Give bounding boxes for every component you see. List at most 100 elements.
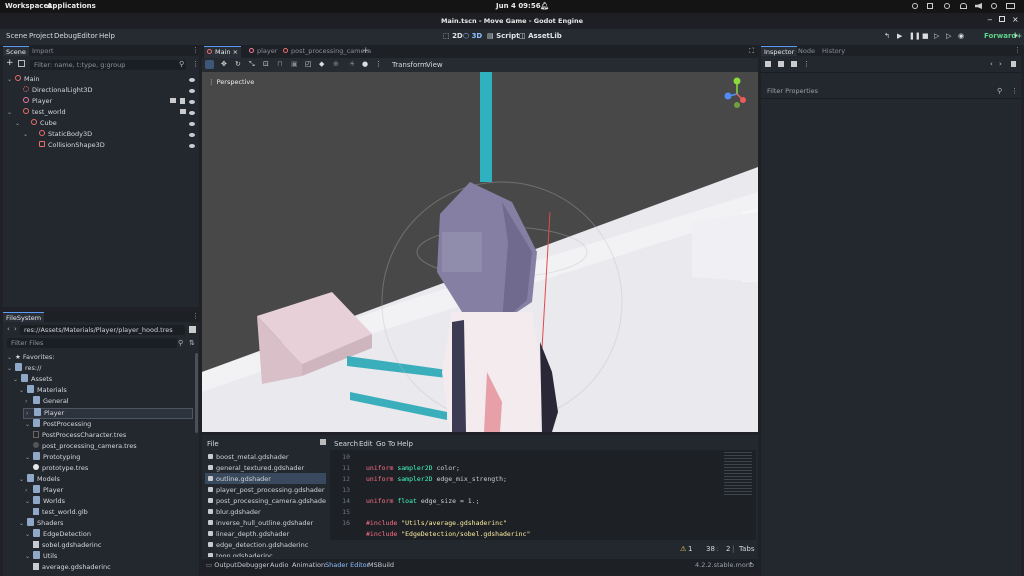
perspective-menu[interactable]: ⋮ Perspective [208,78,254,86]
lock-icon[interactable]: ⊓ [277,60,282,68]
instance-scene-icon[interactable] [18,60,25,67]
tree-row-main[interactable]: ⌄ Main [7,75,40,86]
collapse-arrow-icon[interactable]: ⌄ [15,120,23,127]
collapse-arrow-icon[interactable]: ⌄ [7,365,15,372]
bluetooth-icon[interactable] [944,3,950,9]
close-tab-icon[interactable]: × [233,48,238,56]
split-mode-icon[interactable] [189,326,196,333]
tab-history[interactable]: History [819,46,848,56]
shader-file-item-selected[interactable]: outline.gdshader [205,473,326,484]
tab-animation[interactable]: Animation [292,561,325,569]
visibility-eye-icon[interactable] [189,144,195,148]
workspaces-menu[interactable]: Workspaces [5,2,52,10]
3d-viewport[interactable]: ⋮ Perspective [202,72,758,432]
network-icon[interactable] [960,3,967,9]
menu-scene[interactable]: Scene [6,32,27,40]
tab-inspector[interactable]: Inspector [761,46,798,56]
dock-menu-icon[interactable]: ⋮ [192,46,199,54]
distraction-free-icon[interactable]: ⛶ [749,47,754,56]
collapse-arrow-icon[interactable]: ⌄ [13,376,21,383]
play-button[interactable]: ▶ [897,32,902,40]
scene-menu-icon[interactable]: ⋮ [192,60,199,68]
sort-icon[interactable]: ⇅ [189,339,195,347]
z-axis-handle[interactable] [724,92,732,100]
select-tool-icon[interactable] [205,60,214,69]
clipboard-icon[interactable] [927,3,933,9]
clock[interactable]: Jun 4 09:56 [496,2,541,10]
movie-maker-button[interactable]: ◉ [958,32,964,40]
fs-folder-shaders[interactable]: ⌄ Shaders [19,518,63,530]
goto-menu[interactable]: Go To [376,440,395,448]
more-icon[interactable]: ⋮ [803,60,810,68]
code-line-16[interactable]: #include "Utils/average.gdshaderinc" [366,519,507,527]
properties-menu-icon[interactable]: ⋮ [1011,87,1018,95]
code-line-17[interactable]: #include "EdgeDetection/sobel.gdshaderin… [366,530,530,538]
shader-file-item[interactable]: general_textured.gdshader [205,462,326,473]
tab-import[interactable]: Import [29,46,57,56]
code-line-11[interactable]: uniform sampler2D color; [366,464,460,472]
history-list-icon[interactable] [1011,61,1016,67]
edit-menu[interactable]: Edit [359,440,373,448]
tab-shader-editor[interactable]: Shader Editor [325,561,369,569]
visibility-eye-icon[interactable] [189,89,195,93]
tab-audio[interactable]: Audio [270,561,288,569]
collapse-arrow-icon[interactable]: ⌄ [25,454,33,461]
filter-files-input[interactable]: Filter Files [7,338,177,348]
ruler-icon[interactable]: ◰ [305,60,312,68]
scale-tool-icon[interactable]: ⤡ [249,60,255,69]
shader-file-item[interactable]: edge_detection.gdshaderinc [205,539,326,550]
fs-folder-worlds[interactable]: ⌄ Worlds [25,496,65,508]
tree-row-collisionshape[interactable]: CollisionShape3D [31,141,105,152]
shader-file-item[interactable]: post_processing_camera.gdshader [205,495,326,506]
visibility-eye-icon[interactable] [189,111,195,115]
collapse-arrow-icon[interactable]: ⌄ [7,76,15,83]
tree-row-staticbody[interactable]: ⌄ StaticBody3D [23,130,92,141]
fs-folder-postprocessing[interactable]: ⌄ PostProcessing [25,419,91,431]
tab-player-scene[interactable]: player [246,46,280,58]
menu-debug[interactable]: Debug [54,32,77,40]
orientation-gizmo[interactable] [722,76,752,110]
play-scene-button[interactable]: ▷ [934,32,939,40]
history-forward-icon[interactable]: › [999,60,1002,68]
pin-panel-icon[interactable]: ⇡ [748,561,753,569]
tab-post-processing-camera[interactable]: post_processing_camera [280,46,374,58]
new-resource-icon[interactable] [765,61,771,67]
close-button[interactable]: × [1012,15,1019,24]
filter-properties-input[interactable]: Filter Properties [763,86,1003,96]
history-back-icon[interactable]: ‹ [990,60,993,68]
warning-icon[interactable]: ⚠ [680,545,686,553]
fs-file-average[interactable]: average.gdshaderinc [33,562,111,574]
file-menu[interactable]: File [207,440,219,448]
path-field[interactable]: res://Assets/Materials/Player/player_hoo… [20,325,185,335]
fs-folder-utils[interactable]: ⌄ Utils [25,551,57,563]
collapse-arrow-icon[interactable]: ⌄ [25,421,33,428]
tab-node[interactable]: Node [795,46,818,56]
play-custom-button[interactable]: ▷ [946,32,951,40]
fs-file-postprocesscharacter[interactable]: PostProcessCharacter.tres [33,430,126,442]
fs-folder-materials[interactable]: ⌄ Materials [19,385,67,397]
volume-icon[interactable] [975,3,982,9]
pause-button[interactable]: ❚❚ [909,32,921,40]
list-select-icon[interactable]: ⊡ [263,60,269,68]
dock-menu-icon[interactable]: ⋮ [1014,46,1021,54]
tree-row-test-world[interactable]: ⌄ test_world [7,108,66,119]
stop-button[interactable]: ■ [922,32,929,40]
collapse-arrow-icon[interactable]: ⌄ [19,520,27,527]
expand-arrow-icon[interactable]: › [25,398,33,405]
code-area[interactable]: 10 11 12 13 14 15 16 uniform sampler2D c… [330,450,756,540]
environment-preview-icon[interactable]: ● [362,60,368,68]
collapse-arrow-icon[interactable]: ⌄ [23,131,31,138]
collapse-arrow-icon[interactable]: ⌄ [25,553,33,560]
tab-scene[interactable]: Scene [3,46,29,56]
expand-arrow-icon[interactable]: › [25,487,33,494]
tab-main-scene[interactable]: Main × [204,46,242,58]
local-space-icon[interactable]: ◆ [319,60,324,68]
fs-folder-models-player[interactable]: › Player [25,485,63,497]
snap-icon[interactable]: ⊕ [333,60,339,68]
load-resource-icon[interactable] [778,61,784,67]
script-icon[interactable] [180,98,185,104]
save-resource-icon[interactable] [791,61,797,67]
dock-menu-icon[interactable]: ⋮ [192,312,199,320]
menu-editor[interactable]: Editor [77,32,98,40]
shader-file-item[interactable]: inverse_hull_outline.gdshader [205,517,326,528]
